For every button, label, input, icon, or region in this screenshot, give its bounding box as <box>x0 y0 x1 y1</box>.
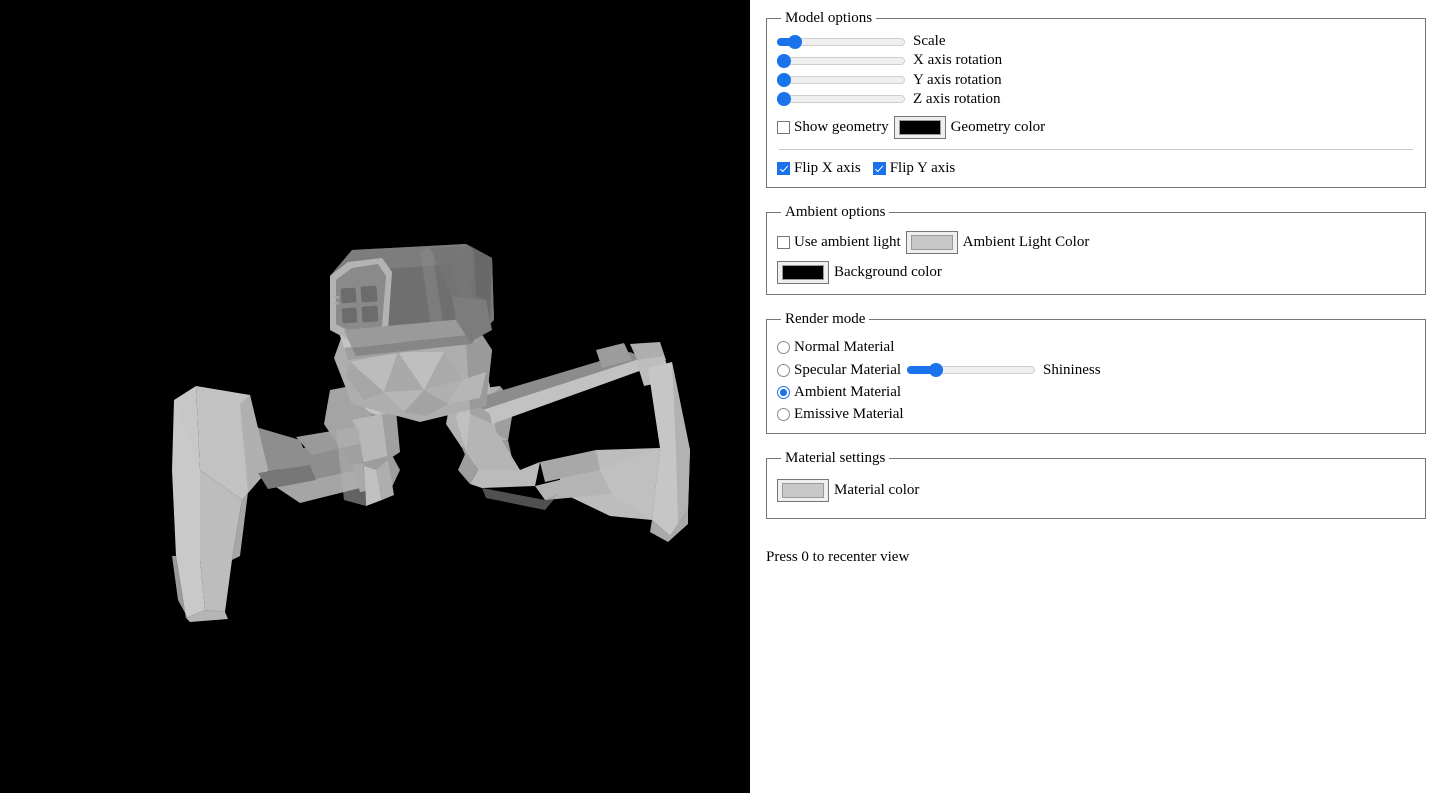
shininess-slider[interactable] <box>907 363 1036 378</box>
flip-axis-row: Flip X axis Flip Y axis <box>777 160 1415 177</box>
z-rotation-slider-label: Z axis rotation <box>913 90 1001 107</box>
ambient-light-color-label: Ambient Light Color <box>962 234 1090 251</box>
y-rotation-slider-track <box>777 76 905 85</box>
emissive-material-label: Emissive Material <box>794 406 904 422</box>
render-mode-emissive-row[interactable]: Emissive Material <box>777 406 1415 423</box>
scale-slider-label: Scale <box>913 33 946 49</box>
ambient-light-color-swatch <box>910 235 953 251</box>
recenter-hint: Press 0 to recenter view <box>766 549 910 566</box>
walker-robot-model <box>0 0 750 793</box>
app-root: Model options Scale X axis rotation Y ax… <box>0 0 1440 796</box>
x-rotation-slider-label: X axis rotation <box>913 52 1003 69</box>
z-rotation-slider-thumb[interactable] <box>777 92 791 107</box>
use-ambient-light-row: Use ambient light Ambient Light Color <box>777 231 1415 255</box>
normal-material-radio[interactable] <box>777 341 790 355</box>
scale-slider-thumb[interactable] <box>788 34 802 49</box>
specular-material-radio[interactable] <box>777 363 790 377</box>
background-color-label: Background color <box>834 264 942 281</box>
shininess-label: Shininess <box>1043 361 1101 378</box>
z-rotation-slider-track <box>777 95 905 104</box>
material-settings-group: Material settings Material color <box>766 450 1426 520</box>
specular-material-label: Specular Material <box>794 361 902 378</box>
show-geometry-row: Show geometry Geometry color <box>777 116 1415 139</box>
render-mode-ambient-row[interactable]: Ambient Material <box>777 384 1415 401</box>
render-mode-legend: Render mode <box>785 311 866 328</box>
emissive-material-radio[interactable] <box>777 408 790 422</box>
z-rotation-slider[interactable] <box>777 92 905 107</box>
ambient-options-legend: Ambient options <box>785 204 886 221</box>
controls-panel: Model options Scale X axis rotation Y ax… <box>750 0 1440 793</box>
show-geometry-label: Show geometry <box>794 118 889 135</box>
render-mode-specular-row[interactable]: Specular Material Shininess <box>777 362 1415 379</box>
ambient-options-group: Ambient options Use ambient light Ambien… <box>766 204 1426 296</box>
material-color-input[interactable] <box>777 479 829 503</box>
y-rotation-slider[interactable] <box>777 73 905 88</box>
material-settings-legend: Material settings <box>785 450 886 467</box>
ambient-material-radio[interactable] <box>777 385 790 399</box>
ambient-material-label: Ambient Material <box>794 383 902 400</box>
render-mode-group: Render mode Normal Material Specular Mat… <box>766 311 1426 435</box>
x-rotation-slider-thumb[interactable] <box>777 53 791 68</box>
background-color-swatch <box>782 265 824 281</box>
background-color-input[interactable] <box>777 261 829 285</box>
z-rotation-slider-row: Z axis rotation <box>777 91 1415 108</box>
geometry-color-swatch <box>898 120 941 135</box>
x-rotation-slider-track <box>777 56 905 65</box>
normal-material-label: Normal Material <box>794 339 895 356</box>
scale-slider[interactable] <box>777 34 905 49</box>
flip-y-axis-checkbox[interactable] <box>872 162 886 176</box>
ambient-light-color-input[interactable] <box>905 231 958 255</box>
shininess-slider-thumb[interactable] <box>929 363 944 378</box>
x-rotation-slider[interactable] <box>777 53 905 68</box>
material-color-swatch <box>782 483 824 499</box>
material-color-row: Material color <box>777 479 1415 503</box>
flip-y-axis-label: Flip Y axis <box>889 160 956 176</box>
y-rotation-slider-row: Y axis rotation <box>777 72 1415 89</box>
show-geometry-checkbox[interactable] <box>777 121 790 134</box>
y-rotation-slider-label: Y axis rotation <box>913 71 1002 88</box>
use-ambient-light-checkbox[interactable] <box>777 236 790 250</box>
geometry-color-label: Geometry color <box>950 118 1046 135</box>
y-rotation-slider-thumb[interactable] <box>777 73 791 88</box>
x-rotation-slider-row: X axis rotation <box>777 52 1415 69</box>
model-options-group: Model options Scale X axis rotation Y ax… <box>766 10 1426 189</box>
model-options-separator <box>779 149 1413 150</box>
flip-x-axis-checkbox[interactable] <box>777 162 790 176</box>
background-color-row: Background color <box>777 261 1415 285</box>
use-ambient-light-label: Use ambient light <box>794 234 901 251</box>
geometry-color-input[interactable] <box>893 116 946 139</box>
3d-model-viewport[interactable] <box>0 0 750 793</box>
material-color-label: Material color <box>834 482 920 499</box>
flip-x-axis-label: Flip X axis <box>794 160 861 176</box>
render-mode-normal-row[interactable]: Normal Material <box>777 339 1415 356</box>
model-options-legend: Model options <box>785 10 873 26</box>
scale-slider-row: Scale <box>777 33 1415 50</box>
